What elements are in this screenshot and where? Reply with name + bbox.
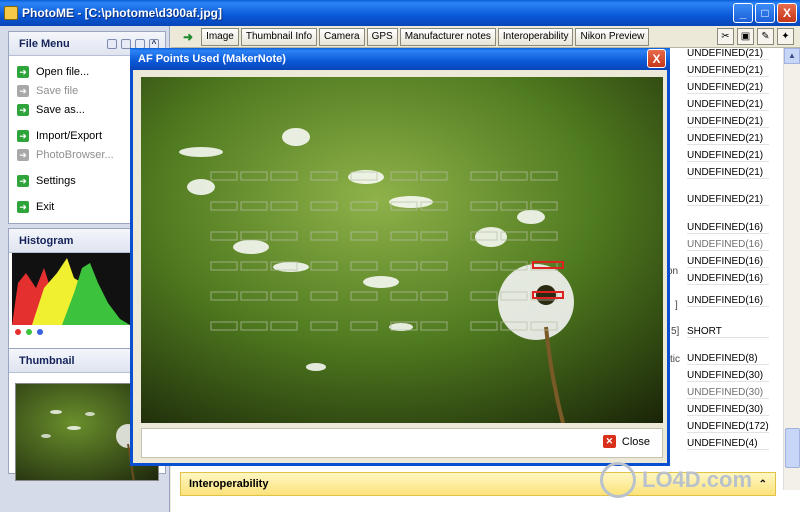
close-label: Close — [621, 435, 650, 448]
close-button[interactable]: X — [777, 3, 797, 23]
collapse-chevron-icon[interactable]: ⌃ — [759, 479, 767, 490]
toolbar-icons: ✂ ▣ ✎ ✦ — [717, 28, 794, 45]
arrow-right-icon: ➜ — [17, 65, 29, 78]
menu-item-label: PhotoBrowser... — [36, 148, 114, 161]
window-title: PhotoME - [C:\photome\d300af.jpg] — [22, 6, 222, 20]
watermark: LO4D.com — [600, 462, 752, 498]
value-cell: UNDEFINED(21) — [687, 167, 769, 179]
arrow-right-icon: ➜ — [17, 129, 29, 142]
dialog-footer: ✕ Close — [141, 428, 663, 458]
green-channel-icon[interactable] — [26, 329, 32, 335]
go-arrow-icon[interactable]: ➜ — [183, 30, 193, 44]
value-cell: UNDEFINED(21) — [687, 48, 769, 60]
picture-icon[interactable]: ▣ — [737, 28, 754, 45]
arrow-right-icon: ➜ — [17, 103, 29, 116]
menu-item-label: Exit — [36, 200, 55, 213]
value-cell: UNDEFINED(16) — [687, 256, 769, 268]
menu-item-label: Save file — [36, 84, 79, 97]
value-cell: UNDEFINED(30) — [687, 370, 769, 382]
arrow-right-icon: ➜ — [17, 84, 29, 97]
menu-item-label: Import/Export — [36, 129, 103, 142]
tab-bar: ➜ Image Thumbnail Info Camera GPS Manufa… — [171, 26, 800, 48]
af-points-photo — [141, 77, 663, 423]
window-controls: _ □ X — [733, 3, 797, 23]
photo-svg — [141, 77, 663, 423]
fragment: ] — [675, 300, 678, 311]
value-cell: UNDEFINED(21) — [687, 194, 769, 206]
menu-item-label: Save as... — [36, 103, 85, 116]
panel-tools: ^ — [107, 38, 159, 49]
dialog-close-x-button[interactable]: X — [647, 49, 666, 68]
histogram-svg — [12, 258, 130, 325]
dialog-titlebar[interactable]: AF Points Used (MakerNote) X — [130, 48, 670, 70]
value-cell: UNDEFINED(4) — [687, 438, 769, 450]
value-cell: UNDEFINED(21) — [687, 116, 769, 128]
value-cell: UNDEFINED(8) — [687, 353, 769, 365]
vertical-scrollbar[interactable]: ▲ — [783, 48, 800, 490]
lo4d-logo-icon — [600, 462, 636, 498]
thumbnail-title: Thumbnail — [19, 354, 75, 367]
histogram-graph — [12, 253, 130, 325]
watermark-text: LO4D.com — [642, 467, 753, 492]
scroll-thumb[interactable] — [785, 428, 800, 468]
af-points-dialog: AF Points Used (MakerNote) X ✕ Close — [130, 48, 670, 466]
close-icon: ✕ — [602, 435, 616, 448]
tab-camera[interactable]: Camera — [319, 27, 365, 46]
value-cell: UNDEFINED(30) — [687, 387, 769, 399]
collapse-icon[interactable]: ^ — [149, 38, 159, 49]
file-menu-title: File Menu — [19, 37, 70, 50]
tab-interoperability[interactable]: Interoperability — [497, 27, 574, 46]
edit-icon[interactable]: ✎ — [757, 28, 774, 45]
dialog-title: AF Points Used (MakerNote) — [138, 53, 286, 65]
minimize-button[interactable]: _ — [733, 3, 753, 23]
value-cell: UNDEFINED(21) — [687, 133, 769, 145]
value-cell: UNDEFINED(21) — [687, 99, 769, 111]
menu-item-label: Settings — [36, 174, 76, 187]
fragment: 5] — [671, 326, 680, 337]
magnifier-icon[interactable] — [121, 38, 131, 49]
value-cell: UNDEFINED(21) — [687, 150, 769, 162]
tool-icon-1[interactable]: ✂ — [717, 28, 734, 45]
dialog-close-button[interactable]: ✕ Close — [602, 435, 650, 448]
scroll-up-icon[interactable]: ▲ — [784, 48, 800, 64]
tab-gps[interactable]: GPS — [366, 27, 398, 46]
value-cell: UNDEFINED(30) — [687, 404, 769, 416]
window-titlebar[interactable]: PhotoME - [C:\photome\d300af.jpg] _ □ X — [0, 0, 800, 26]
value-cell: UNDEFINED(172) — [687, 421, 769, 433]
settings-icon[interactable] — [135, 38, 145, 49]
value-cell: UNDEFINED(16) — [687, 222, 769, 234]
arrow-right-icon: ➜ — [17, 148, 29, 161]
arrow-right-icon: ➜ — [17, 174, 29, 187]
histogram-title: Histogram — [19, 234, 74, 247]
tab-image[interactable]: Image — [201, 27, 239, 46]
value-cell: UNDEFINED(21) — [687, 82, 769, 94]
value-cell: UNDEFINED(16) — [687, 295, 769, 307]
app-icon — [4, 6, 18, 20]
value-cell: UNDEFINED(16) — [687, 273, 769, 285]
maximize-button[interactable]: □ — [755, 3, 775, 23]
value-cell: UNDEFINED(21) — [687, 65, 769, 77]
value-cell: SHORT — [687, 326, 769, 338]
copy-icon[interactable] — [107, 38, 117, 49]
tab-thumbnail-info[interactable]: Thumbnail Info — [240, 27, 318, 46]
tab-nikon-preview[interactable]: Nikon Preview — [575, 27, 650, 46]
tool-icon-4[interactable]: ✦ — [777, 28, 794, 45]
arrow-right-icon: ➜ — [17, 200, 29, 213]
value-cell: UNDEFINED(16) — [687, 239, 769, 251]
section-title: Interoperability — [189, 478, 269, 490]
tab-manufacturer-notes[interactable]: Manufacturer notes — [399, 27, 496, 46]
red-channel-icon[interactable] — [15, 329, 21, 335]
menu-item-label: Open file... — [36, 65, 90, 78]
blue-channel-icon[interactable] — [37, 329, 43, 335]
